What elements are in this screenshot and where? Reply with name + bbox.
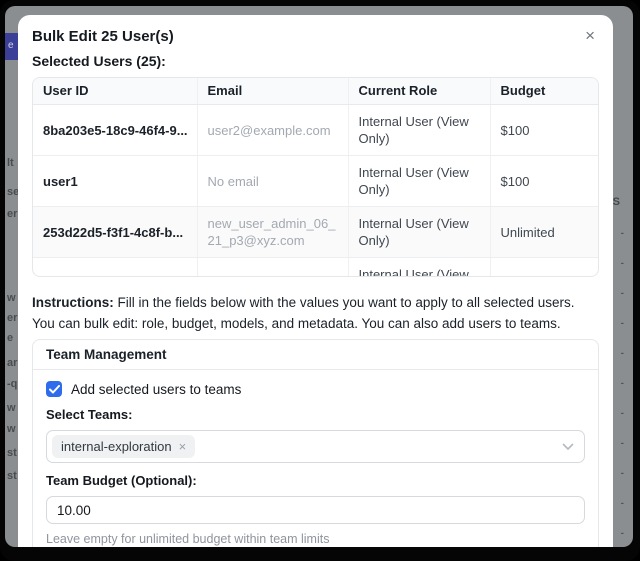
select-teams-label: Select Teams:	[46, 407, 585, 423]
add-users-checkbox-label[interactable]: Add selected users to teams	[71, 382, 241, 397]
background-text-fragment: st	[7, 470, 17, 482]
modal-backdrop-overlay: e lt se er w er e ar -q w w st st SS - -…	[5, 6, 633, 547]
background-text-fragment: w	[7, 423, 16, 435]
selected-users-table[interactable]: User ID Email Current Role Budget 8ba203…	[32, 77, 599, 277]
instructions-label: Instructions:	[32, 295, 114, 310]
cell-budget: $100	[490, 156, 598, 207]
cell-budget: $100	[490, 105, 598, 156]
modal-header: Bulk Edit 25 User(s) ×	[32, 15, 599, 46]
cell-budget: Unlimited	[490, 207, 598, 258]
column-header-user-id: User ID	[33, 78, 197, 105]
cell-email: new_user_admin_06_21_p3@xyz.com	[197, 207, 348, 258]
add-users-to-teams-row: Add selected users to teams	[46, 381, 585, 397]
background-table-dash: -	[621, 258, 624, 269]
teams-multiselect[interactable]: internal-exploration ×	[46, 430, 585, 463]
background-text-fragment: lt	[7, 157, 14, 169]
column-header-budget: Budget	[490, 78, 598, 105]
cell-user-id: user1	[33, 156, 197, 207]
background-table-dash: -	[621, 528, 624, 539]
table-row: user1 No email Internal User (View Only)…	[33, 156, 598, 207]
background-text-fragment: w	[7, 292, 16, 304]
cell-user-id: 253d22d5-f3f1-4c8f-b...	[33, 207, 197, 258]
background-table-dash: -	[621, 438, 624, 449]
background-text-fragment: er	[7, 208, 17, 220]
background-table-dash: -	[621, 228, 624, 239]
background-sidebar-active-item: e	[5, 33, 18, 60]
background-text-fragment: ar	[7, 357, 17, 369]
table-header-row: User ID Email Current Role Budget	[33, 78, 598, 105]
cell-current-role: Internal User (View Only)	[348, 105, 490, 156]
background-table-dash: -	[621, 348, 624, 359]
table-row: 8ba203e5-18c9-46f4-9... user2@example.co…	[33, 105, 598, 156]
budget-helper-text: Leave empty for unlimited budget within …	[46, 532, 585, 547]
background-table-dash: -	[621, 408, 624, 419]
background-text-fragment: w	[7, 402, 16, 414]
cell-user-id: 5dbd2335-cdd6-47ca-b...	[33, 258, 197, 278]
remove-team-icon[interactable]: ×	[179, 439, 187, 454]
team-budget-label: Team Budget (Optional):	[46, 473, 585, 489]
selected-users-label: Selected Users (25):	[32, 53, 599, 70]
background-text-fragment: e	[7, 332, 13, 344]
team-management-header: Team Management	[33, 340, 598, 370]
bulk-edit-modal: Bulk Edit 25 User(s) × Selected Users (2…	[18, 15, 613, 547]
cell-user-id: 8ba203e5-18c9-46f4-9...	[33, 105, 197, 156]
background-table-dash: -	[621, 318, 624, 329]
close-icon[interactable]: ×	[581, 28, 599, 44]
background-text-fragment: -q	[7, 378, 17, 390]
cell-budget: Unlimited	[490, 258, 598, 278]
background-text-fragment: er	[7, 312, 17, 324]
background-text-fragment: st	[7, 447, 17, 459]
background-table-dash: -	[621, 468, 624, 479]
checkmark-icon	[49, 385, 60, 394]
team-management-body: Add selected users to teams Select Teams…	[33, 370, 598, 547]
table-row: 5dbd2335-cdd6-47ca-b... inter Internal U…	[33, 258, 598, 278]
instructions-text: Instructions: Fill in the fields below w…	[32, 292, 599, 334]
cell-email: user2@example.com	[197, 105, 348, 156]
selected-team-tag-label: internal-exploration	[61, 439, 172, 454]
cell-email: No email	[197, 156, 348, 207]
background-table-dash: -	[621, 498, 624, 509]
cell-current-role: Internal User (View Only)	[348, 156, 490, 207]
cell-current-role: Internal User (View Only)	[348, 258, 490, 278]
background-nav-text: e	[8, 40, 14, 51]
table-row: 253d22d5-f3f1-4c8f-b... new_user_admin_0…	[33, 207, 598, 258]
column-header-current-role: Current Role	[348, 78, 490, 105]
cell-email: inter	[197, 258, 348, 278]
background-table-dash: -	[621, 378, 624, 389]
screenshot-frame: e lt se er w er e ar -q w w st st SS - -…	[0, 0, 640, 561]
add-users-checkbox[interactable]	[46, 381, 62, 397]
selected-team-tag: internal-exploration ×	[52, 435, 195, 458]
team-management-section: Team Management Add selected users to te…	[32, 339, 599, 547]
modal-title: Bulk Edit 25 User(s)	[32, 28, 174, 46]
background-table-dash: -	[621, 288, 624, 299]
column-header-email: Email	[197, 78, 348, 105]
chevron-down-icon[interactable]	[562, 438, 574, 456]
cell-current-role: Internal User (View Only)	[348, 207, 490, 258]
instructions-body: Fill in the fields below with the values…	[32, 295, 575, 331]
team-budget-input[interactable]	[46, 496, 585, 524]
